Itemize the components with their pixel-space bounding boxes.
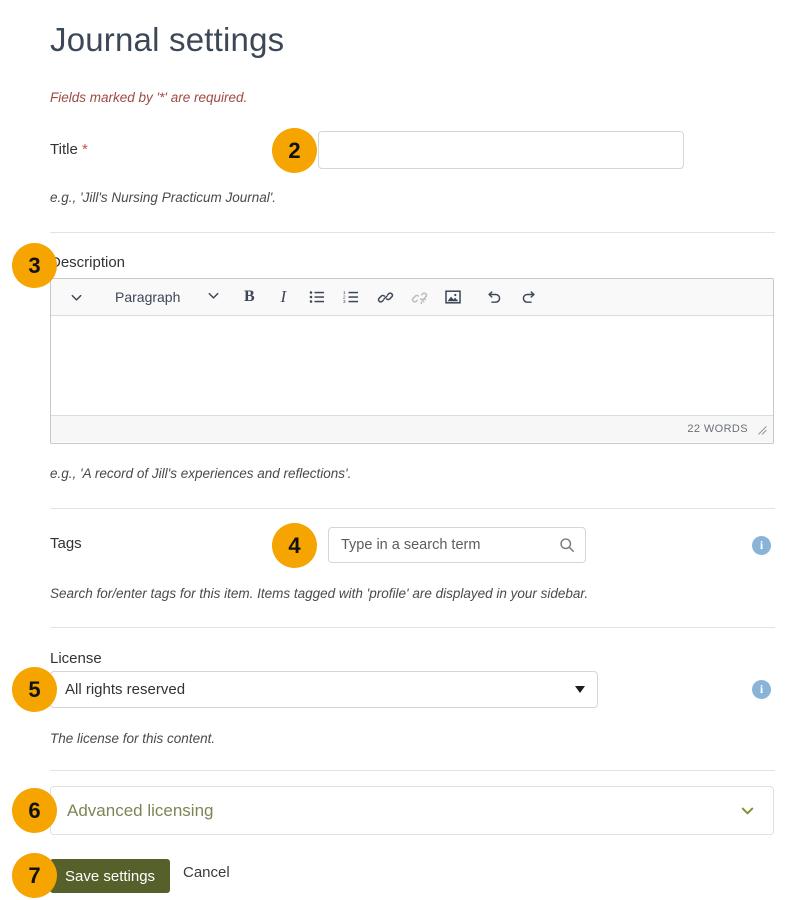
- italic-button[interactable]: I: [266, 282, 300, 312]
- title-field-help: e.g., 'Jill's Nursing Practicum Journal'…: [50, 190, 277, 205]
- editor-toolbar: Paragraph B I 1 2 3: [51, 279, 773, 316]
- word-count: 22 WORDS: [687, 423, 748, 435]
- description-field-label: Description: [50, 254, 126, 271]
- title-field-label: Title *: [50, 141, 88, 158]
- license-selected-value: All rights reserved: [65, 681, 186, 698]
- tags-info-icon[interactable]: i: [752, 536, 771, 555]
- step-badge-6: 6: [12, 788, 57, 833]
- tags-field-label: Tags: [50, 535, 82, 552]
- description-field-help: e.g., 'A record of Jill's experiences an…: [50, 466, 352, 481]
- tags-field-help: Search for/enter tags for this item. Ite…: [50, 586, 589, 601]
- chevron-down-icon: [575, 686, 585, 693]
- step-badge-4: 4: [272, 523, 317, 568]
- required-fields-note: Fields marked by '*' are required.: [50, 90, 248, 105]
- step-badge-7: 7: [12, 853, 57, 898]
- license-field-label: License: [50, 650, 102, 667]
- svg-text:3: 3: [343, 299, 346, 304]
- tags-input-wrapper: [328, 527, 586, 563]
- image-icon[interactable]: [436, 282, 470, 312]
- search-icon[interactable]: [559, 537, 575, 553]
- chevron-down-icon: [738, 801, 757, 820]
- resize-handle-icon[interactable]: [756, 424, 767, 435]
- divider-4: [50, 770, 775, 771]
- editor-status-bar: 22 WORDS: [51, 415, 773, 442]
- advanced-licensing-label: Advanced licensing: [67, 800, 214, 820]
- description-editor: Paragraph B I 1 2 3 22 WORDS: [50, 278, 774, 444]
- bold-button[interactable]: B: [232, 282, 266, 312]
- block-format-select[interactable]: Paragraph: [93, 282, 225, 312]
- step-badge-2: 2: [272, 128, 317, 173]
- block-format-label: Paragraph: [115, 289, 181, 305]
- tags-input[interactable]: [339, 536, 559, 554]
- bullet-list-icon[interactable]: [300, 282, 334, 312]
- link-icon[interactable]: [368, 282, 402, 312]
- advanced-licensing-toggle[interactable]: Advanced licensing: [50, 786, 774, 835]
- required-asterisk: *: [81, 141, 88, 158]
- redo-icon[interactable]: [511, 282, 545, 312]
- license-info-icon[interactable]: i: [752, 680, 771, 699]
- divider-3: [50, 627, 775, 628]
- cancel-button[interactable]: Cancel: [183, 864, 230, 881]
- unlink-icon[interactable]: [402, 282, 436, 312]
- undo-icon[interactable]: [477, 282, 511, 312]
- journal-settings-page: Journal settings Fields marked by '*' ar…: [0, 0, 788, 900]
- license-select[interactable]: All rights reserved: [50, 671, 598, 708]
- step-badge-3: 3: [12, 243, 57, 288]
- title-input[interactable]: [318, 131, 684, 169]
- license-field-help: The license for this content.: [50, 731, 216, 746]
- step-badge-5: 5: [12, 667, 57, 712]
- divider-2: [50, 508, 775, 509]
- numbered-list-icon[interactable]: 1 2 3: [334, 282, 368, 312]
- page-title: Journal settings: [50, 21, 285, 59]
- save-button[interactable]: Save settings: [50, 859, 171, 893]
- block-format-expand-icon[interactable]: [59, 282, 93, 312]
- divider-1: [50, 232, 775, 233]
- chevron-down-icon: [206, 288, 221, 306]
- description-editor-body[interactable]: [51, 316, 773, 415]
- title-label-text: Title: [50, 141, 78, 158]
